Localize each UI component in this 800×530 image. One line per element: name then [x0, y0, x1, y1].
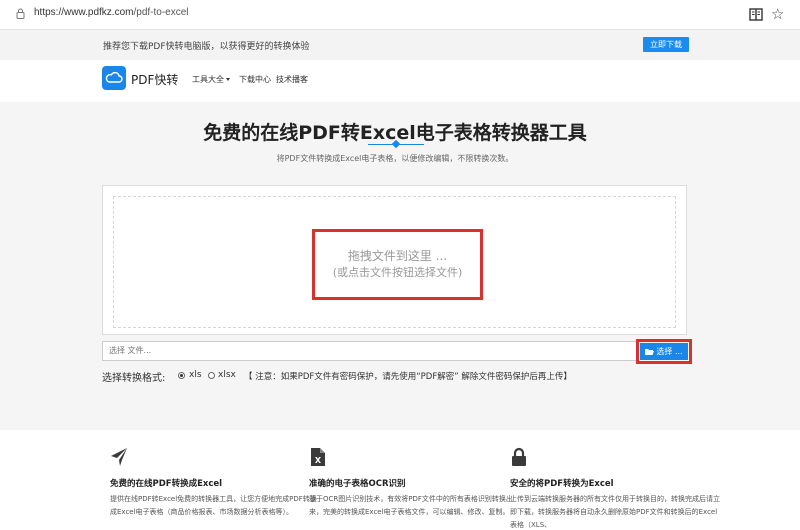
reader-icon[interactable] — [749, 8, 763, 21]
radio-xls-label[interactable]: xls — [189, 370, 202, 380]
feature-title-ocr: 准确的电子表格OCR识别 — [309, 479, 406, 489]
folder-open-icon — [645, 349, 655, 355]
feature-desc-ocr: 基于OCR图片识别技术，有效将PDF文件中的所有表格识别转换出来，完美的转换成E… — [309, 495, 513, 516]
logo-icon[interactable] — [102, 66, 126, 90]
logo-text[interactable]: PDF快转 — [131, 71, 178, 88]
lock-icon — [512, 447, 526, 466]
nav-tech-blog[interactable]: 技术播客 — [276, 74, 308, 85]
radio-xlsx[interactable] — [208, 372, 215, 379]
paper-plane-icon — [111, 448, 127, 466]
nav-tools-label: 工具大全 — [192, 75, 224, 84]
file-path-input[interactable]: 选择 文件... — [102, 341, 638, 361]
url-text[interactable]: https://www.pdfkz.com/pdf-to-excel — [34, 7, 189, 18]
feature-desc-secure: 上传到云端转换服务器的所有文件仅用于转换目的，转换完成后请立即下载，转换服务器将… — [510, 495, 720, 529]
promo-text: 推荐您下载PDF快转电脑版，以获得更好的转换体验 — [103, 42, 310, 52]
choose-file-button[interactable]: 选择 ... — [640, 343, 688, 360]
chevron-down-icon — [226, 78, 230, 81]
drop-zone-hint: (或点击文件按钮选择文件) — [332, 266, 463, 279]
choose-file-label: 选择 ... — [656, 347, 683, 356]
radio-xlsx-label[interactable]: xlsx — [218, 370, 236, 380]
excel-file-icon: X — [311, 448, 325, 466]
feature-title-free: 免费的在线PDF转换成Excel — [110, 479, 223, 489]
url-path: /pdf-to-excel — [133, 7, 189, 18]
feature-desc-free: 提供在线PDF转Excel免费的转换器工具，让您方便地完成PDF转换成Excel… — [110, 495, 317, 516]
radio-xls[interactable] — [178, 372, 185, 379]
password-note: 【 注意：如果PDF文件有密码保护，请先使用“PDF解密” 解除文件密码保护后再… — [244, 372, 572, 382]
drop-zone-text: 拖拽文件到这里 ... — [347, 249, 448, 263]
lock-icon — [16, 8, 25, 19]
svg-text:X: X — [315, 456, 322, 465]
feature-title-secure: 安全的将PDF转换为Excel — [510, 479, 614, 489]
nav-tools-menu[interactable]: 工具大全 — [192, 74, 230, 85]
format-label: 选择转换格式: — [102, 373, 166, 384]
nav-download-center[interactable]: 下载中心 — [239, 74, 271, 85]
download-now-button[interactable]: 立即下载 — [643, 37, 689, 52]
star-icon[interactable]: ☆ — [771, 5, 784, 23]
url-host: https://www.pdfkz.com — [34, 7, 134, 18]
address-bar[interactable]: https://www.pdfkz.com/pdf-to-excel ☆ — [0, 0, 800, 30]
page-subtitle: 将PDF文件转换成Excel电子表格，以便修改编辑，不限转换次数。 — [276, 154, 514, 163]
